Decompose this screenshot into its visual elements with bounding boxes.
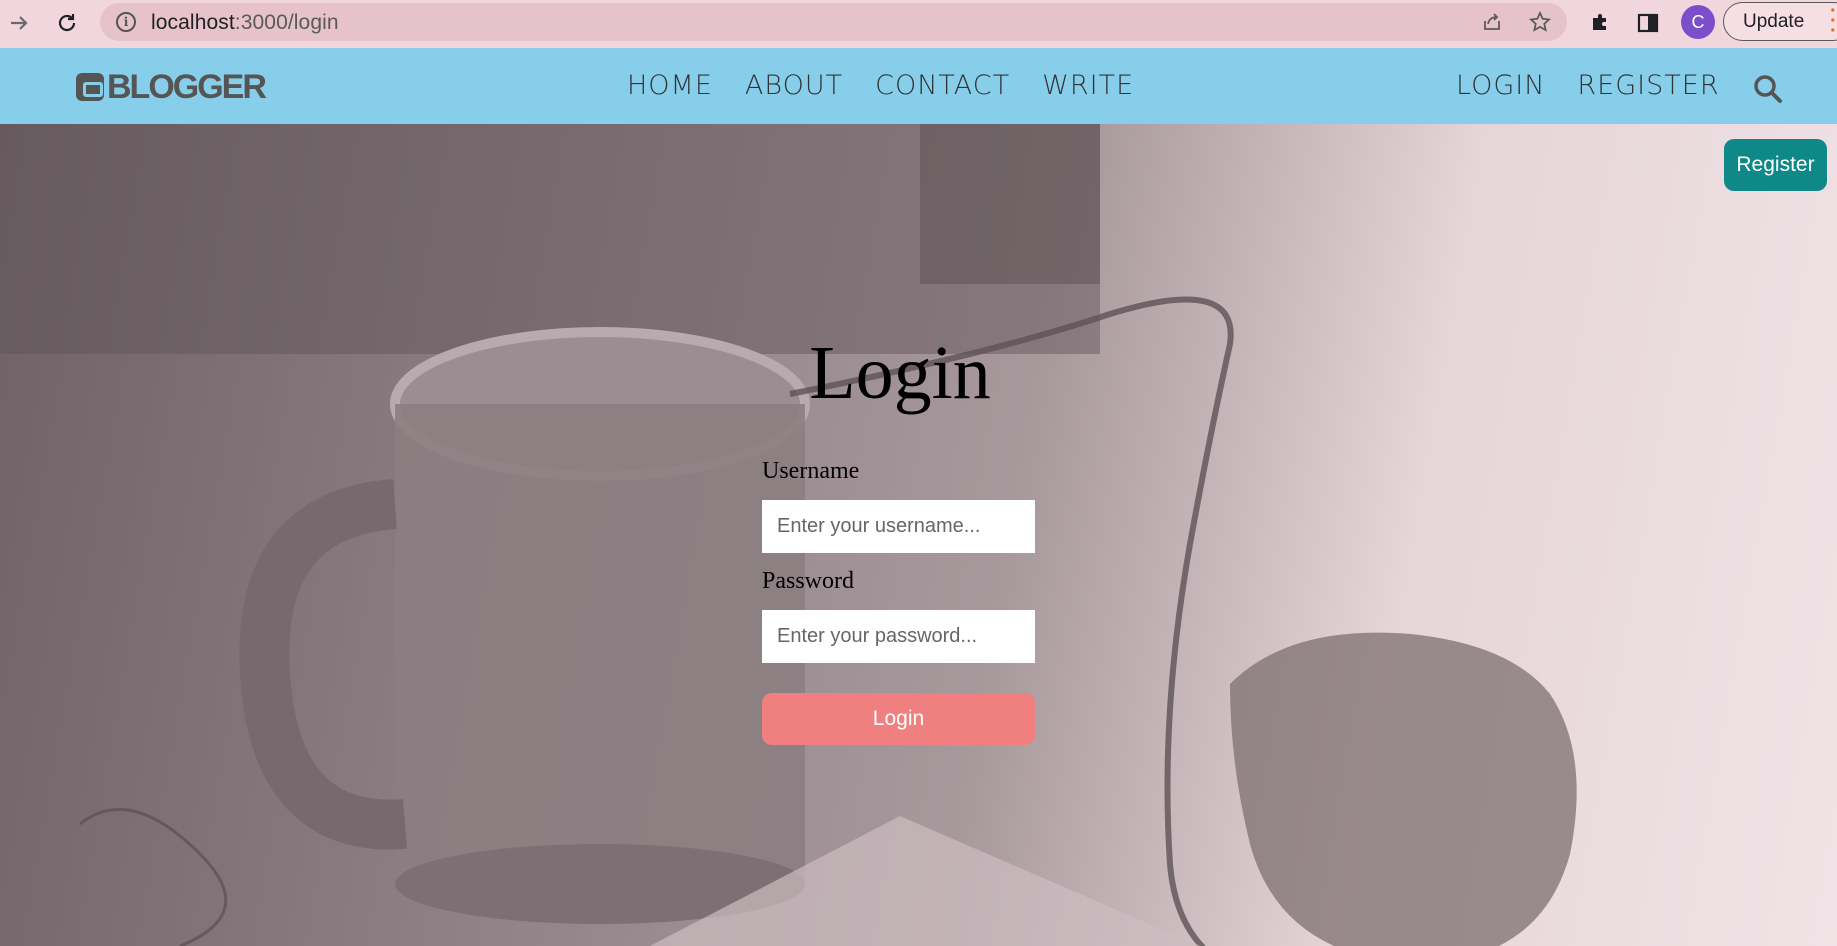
profile-avatar[interactable]: C — [1681, 5, 1715, 39]
logo-text: BLOGGER — [107, 68, 267, 106]
url-host: localhost — [151, 11, 235, 34]
login-button[interactable]: Login — [762, 693, 1035, 745]
bookmark-star-icon[interactable] — [1528, 10, 1552, 34]
side-panel-icon[interactable] — [1633, 8, 1663, 38]
forward-icon[interactable] — [4, 8, 34, 38]
search-icon[interactable] — [1752, 73, 1784, 105]
menu-dots-icon[interactable]: · · · — [1830, 1, 1837, 41]
username-input[interactable] — [762, 500, 1035, 553]
nav-register[interactable]: REGISTER — [1577, 70, 1719, 101]
update-button[interactable]: Update — [1723, 2, 1837, 41]
share-icon[interactable] — [1480, 10, 1504, 34]
nav-write[interactable]: WRITE — [1042, 70, 1134, 101]
register-button[interactable]: Register — [1724, 139, 1827, 191]
main-nav: HOME ABOUT CONTACT WRITE — [627, 70, 1134, 101]
url-text[interactable]: localhost:3000/login — [151, 11, 339, 35]
url-path: :3000/login — [234, 11, 339, 34]
blogger-logo[interactable]: BLOGGER — [76, 68, 267, 106]
page-title: Login — [809, 331, 991, 415]
address-bar[interactable]: i localhost:3000/login — [100, 3, 1567, 41]
username-label: Username — [762, 458, 860, 484]
browser-chrome: i localhost:3000/login C Update · · · — [0, 0, 1837, 48]
nav-contact[interactable]: CONTACT — [875, 70, 1010, 101]
extensions-icon[interactable] — [1585, 8, 1615, 38]
nav-about[interactable]: ABOUT — [745, 70, 843, 101]
blogger-logo-icon — [76, 73, 104, 101]
site-header: BLOGGER HOME ABOUT CONTACT WRITE LOGIN R… — [0, 48, 1837, 124]
site-info-icon[interactable]: i — [116, 12, 136, 32]
password-input[interactable] — [762, 610, 1035, 663]
nav-login[interactable]: LOGIN — [1456, 70, 1545, 101]
nav-home[interactable]: HOME — [627, 70, 713, 101]
auth-nav: LOGIN REGISTER — [1456, 70, 1720, 101]
password-label: Password — [762, 568, 855, 594]
reload-icon[interactable] — [52, 8, 82, 38]
